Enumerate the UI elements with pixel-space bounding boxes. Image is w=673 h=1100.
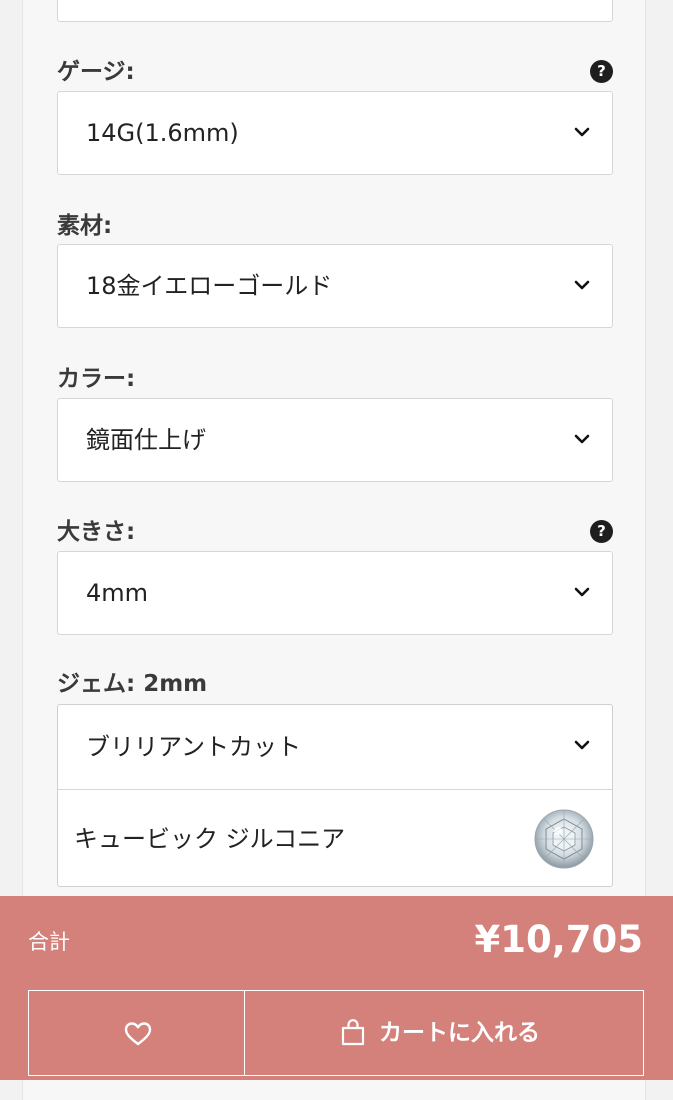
- chevron-down-icon: [574, 587, 590, 597]
- color-select[interactable]: 鏡面仕上げ: [57, 398, 613, 482]
- divider: [58, 789, 612, 790]
- gauge-help-icon[interactable]: ?: [590, 60, 613, 83]
- size-select-value: 4mm: [86, 579, 149, 607]
- chevron-down-icon: [574, 740, 590, 750]
- total-label: 合計: [28, 930, 70, 954]
- material-select-value: 18金イエローゴールド: [86, 272, 333, 300]
- material-label: 素材:: [57, 213, 113, 239]
- gem-stone-value: キュービック ジルコニア: [74, 825, 346, 853]
- previous-option-select[interactable]: [57, 0, 613, 22]
- gem-cut-value: ブリリアントカット: [86, 733, 302, 761]
- gauge-select[interactable]: 14G(1.6mm): [57, 91, 613, 175]
- size-select[interactable]: 4mm: [57, 551, 613, 635]
- gem-label: ジェム: 2mm: [57, 671, 208, 697]
- chevron-down-icon: [574, 434, 590, 444]
- size-help-icon[interactable]: ?: [590, 520, 613, 543]
- heart-icon: [124, 1022, 152, 1046]
- color-label: カラー:: [57, 366, 136, 392]
- shopping-bag-icon: [341, 1019, 365, 1046]
- gauge-label: ゲージ:: [57, 59, 135, 85]
- cart-footer: 合計 ¥10,705 カートに入れる: [0, 896, 673, 1080]
- add-to-cart-button[interactable]: カートに入れる: [244, 990, 644, 1076]
- total-price: ¥10,705: [474, 918, 643, 961]
- gauge-select-value: 14G(1.6mm): [86, 119, 239, 147]
- chevron-down-icon: [574, 127, 590, 137]
- favorite-button[interactable]: [28, 990, 244, 1076]
- size-label: 大きさ:: [57, 519, 136, 545]
- diamond-icon: [534, 809, 594, 869]
- chevron-down-icon: [574, 280, 590, 290]
- material-select[interactable]: 18金イエローゴールド: [57, 244, 613, 328]
- add-to-cart-label: カートに入れる: [379, 1020, 540, 1046]
- gem-select[interactable]: ブリリアントカット キュービック ジルコニア: [57, 704, 613, 887]
- color-select-value: 鏡面仕上げ: [86, 426, 206, 454]
